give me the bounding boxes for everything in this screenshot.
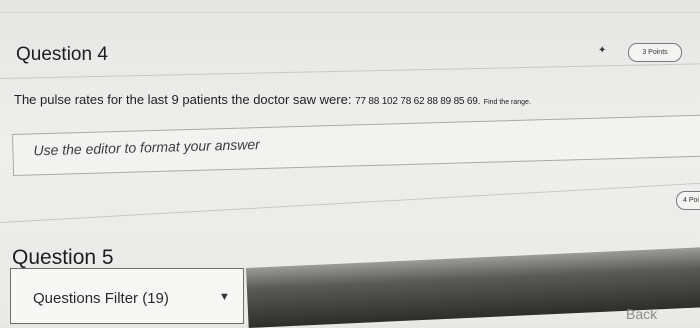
question-5-points-badge: 4 Poi: [676, 191, 700, 210]
top-divider: [0, 12, 700, 13]
question-4-prompt: The pulse rates for the last 9 patients …: [14, 92, 684, 107]
question-divider: [0, 181, 700, 223]
question-4-prompt-find: Find the range.: [483, 99, 531, 106]
question-4-title: Question 4: [16, 44, 108, 65]
question-4-prompt-data: 77 88 102 78 62 88 89 85 69.: [355, 96, 481, 107]
answer-editor[interactable]: Use the editor to format your answer: [12, 114, 700, 176]
questions-filter-dropdown[interactable]: Questions Filter (19) ▼: [10, 268, 244, 324]
answer-editor-placeholder: Use the editor to format your answer: [33, 136, 261, 159]
back-button[interactable]: Back: [626, 306, 657, 322]
pin-icon[interactable]: ✦: [598, 45, 606, 56]
questions-filter-label: Questions Filter (19): [33, 290, 169, 307]
question-4-prompt-main: The pulse rates for the last 9 patients …: [14, 92, 352, 107]
question-5-title: Question 5: [12, 246, 114, 269]
caret-down-icon: ▼: [219, 291, 230, 303]
question-4-points-badge: 3 Points: [628, 43, 682, 62]
